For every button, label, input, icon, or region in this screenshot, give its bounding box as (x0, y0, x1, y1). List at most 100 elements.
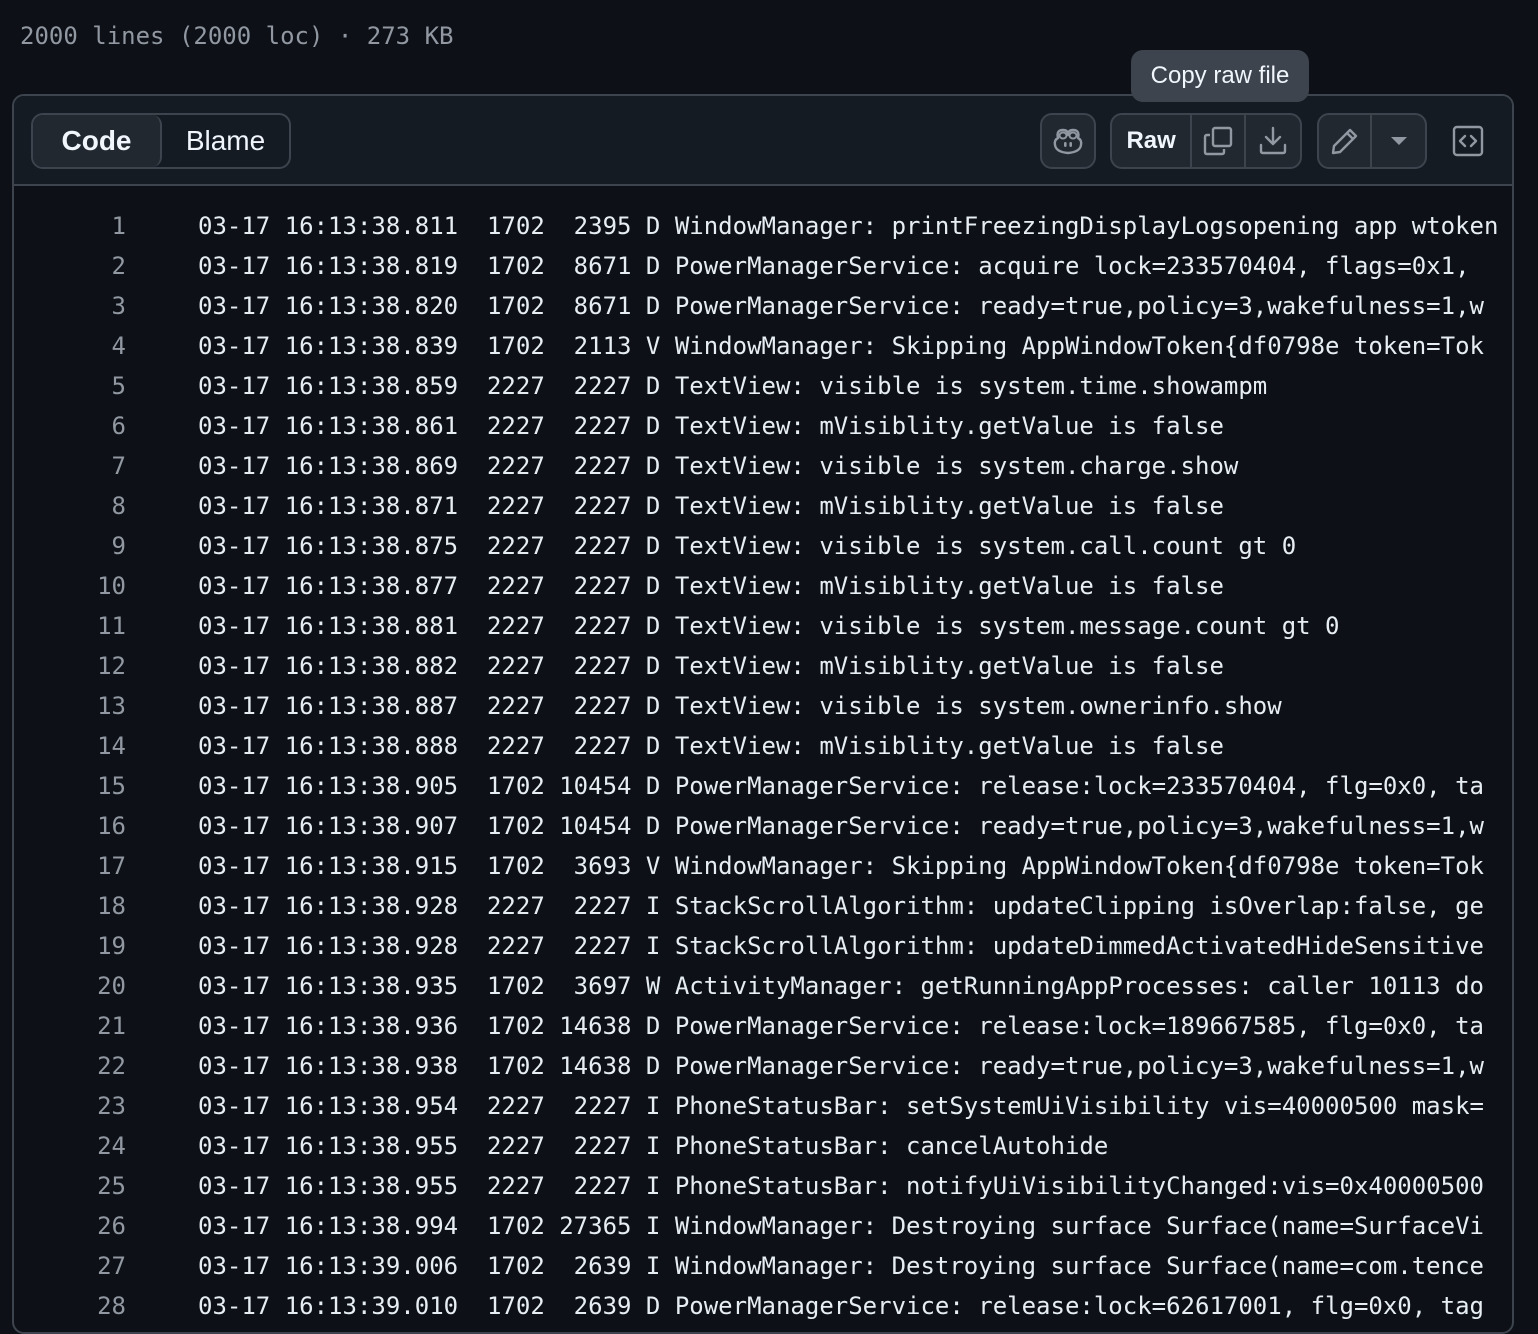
code-line: 9 03-17 16:13:38.875 2227 2227 D TextView… (14, 526, 1512, 566)
line-number[interactable]: 22 (14, 1052, 126, 1080)
line-number[interactable]: 19 (14, 932, 126, 960)
code-line: 17 03-17 16:13:38.915 1702 3693 V WindowM… (14, 846, 1512, 886)
tab-code[interactable]: Code (33, 115, 162, 167)
line-number[interactable]: 3 (14, 292, 126, 320)
code-view: 1 03-17 16:13:38.811 1702 2395 D WindowMa… (14, 186, 1512, 1332)
code-line: 1 03-17 16:13:38.811 1702 2395 D WindowMa… (14, 206, 1512, 246)
line-number[interactable]: 18 (14, 892, 126, 920)
line-content: 03-17 16:13:38.954 2227 2227 I PhoneStat… (198, 1092, 1484, 1120)
line-content: 03-17 16:13:38.839 1702 2113 V WindowMan… (198, 332, 1484, 360)
line-number[interactable]: 15 (14, 772, 126, 800)
code-line: 13 03-17 16:13:38.887 2227 2227 D TextVie… (14, 686, 1512, 726)
code-line: 14 03-17 16:13:38.888 2227 2227 D TextVie… (14, 726, 1512, 766)
line-content: 03-17 16:13:38.955 2227 2227 I PhoneStat… (198, 1132, 1109, 1160)
line-number[interactable]: 27 (14, 1252, 126, 1280)
code-line: 15 03-17 16:13:38.905 1702 10454 D PowerM… (14, 766, 1512, 806)
code-line: 28 03-17 16:13:39.010 1702 2639 D PowerMa… (14, 1286, 1512, 1326)
line-content: 03-17 16:13:38.936 1702 14638 D PowerMan… (198, 1012, 1484, 1040)
line-number[interactable]: 4 (14, 332, 126, 360)
line-content: 03-17 16:13:38.938 1702 14638 D PowerMan… (198, 1052, 1484, 1080)
line-number[interactable]: 25 (14, 1172, 126, 1200)
code-line: 21 03-17 16:13:38.936 1702 14638 D PowerM… (14, 1006, 1512, 1046)
line-content: 03-17 16:13:39.010 1702 2639 D PowerMana… (198, 1292, 1484, 1320)
line-number[interactable]: 8 (14, 492, 126, 520)
edit-dropdown-button[interactable] (1372, 115, 1425, 167)
code-line: 7 03-17 16:13:38.869 2227 2227 D TextView… (14, 446, 1512, 486)
line-number[interactable]: 5 (14, 372, 126, 400)
line-number[interactable]: 28 (14, 1292, 126, 1320)
line-content: 03-17 16:13:38.887 2227 2227 D TextView:… (198, 692, 1282, 720)
code-line: 16 03-17 16:13:38.907 1702 10454 D PowerM… (14, 806, 1512, 846)
edit-button[interactable] (1319, 115, 1373, 167)
code-line: 22 03-17 16:13:38.938 1702 14638 D PowerM… (14, 1046, 1512, 1086)
line-content: 03-17 16:13:38.915 1702 3693 V WindowMan… (198, 852, 1484, 880)
tab-blame[interactable]: Blame (162, 115, 289, 167)
line-content: 03-17 16:13:38.877 2227 2227 D TextView:… (198, 572, 1224, 600)
code-line: 25 03-17 16:13:38.955 2227 2227 I PhoneSt… (14, 1166, 1512, 1206)
file-info: 2000 lines (2000 loc) · 273 KB (20, 22, 454, 50)
line-content: 03-17 16:13:38.875 2227 2227 D TextView:… (198, 532, 1297, 560)
line-number[interactable]: 1 (14, 212, 126, 240)
code-line: 19 03-17 16:13:38.928 2227 2227 I StackSc… (14, 926, 1512, 966)
line-content: 03-17 16:13:38.907 1702 10454 D PowerMan… (198, 812, 1484, 840)
line-content: 03-17 16:13:38.819 1702 8671 D PowerMana… (198, 252, 1484, 280)
code-line: 24 03-17 16:13:38.955 2227 2227 I PhoneSt… (14, 1126, 1512, 1166)
line-content: 03-17 16:13:38.888 2227 2227 D TextView:… (198, 732, 1224, 760)
line-number[interactable]: 24 (14, 1132, 126, 1160)
code-square-icon (1451, 124, 1485, 158)
code-line: 20 03-17 16:13:38.935 1702 3697 W Activit… (14, 966, 1512, 1006)
line-number[interactable]: 21 (14, 1012, 126, 1040)
line-content: 03-17 16:13:38.871 2227 2227 D TextView:… (198, 492, 1224, 520)
code-line: 12 03-17 16:13:38.882 2227 2227 D TextVie… (14, 646, 1512, 686)
code-line: 26 03-17 16:13:38.994 1702 27365 I Window… (14, 1206, 1512, 1246)
line-number[interactable]: 11 (14, 612, 126, 640)
code-line: 5 03-17 16:13:38.859 2227 2227 D TextView… (14, 366, 1512, 406)
code-line: 6 03-17 16:13:38.861 2227 2227 D TextView… (14, 406, 1512, 446)
raw-actions-group: Raw (1110, 113, 1302, 169)
code-line: 2 03-17 16:13:38.819 1702 8671 D PowerMan… (14, 246, 1512, 286)
pencil-icon (1330, 126, 1360, 156)
code-line: 3 03-17 16:13:38.820 1702 8671 D PowerMan… (14, 286, 1512, 326)
copy-raw-tooltip: Copy raw file (1131, 50, 1309, 102)
line-content: 03-17 16:13:38.905 1702 10454 D PowerMan… (198, 772, 1484, 800)
symbols-panel-button[interactable] (1440, 113, 1496, 169)
download-icon (1257, 125, 1289, 157)
line-number[interactable]: 12 (14, 652, 126, 680)
line-content: 03-17 16:13:38.859 2227 2227 D TextView:… (198, 372, 1268, 400)
code-line: 8 03-17 16:13:38.871 2227 2227 D TextView… (14, 486, 1512, 526)
line-content: 03-17 16:13:38.869 2227 2227 D TextView:… (198, 452, 1239, 480)
line-number[interactable]: 6 (14, 412, 126, 440)
line-number[interactable]: 17 (14, 852, 126, 880)
line-number[interactable]: 13 (14, 692, 126, 720)
line-number[interactable]: 9 (14, 532, 126, 560)
line-number[interactable]: 16 (14, 812, 126, 840)
line-number[interactable]: 7 (14, 452, 126, 480)
line-content: 03-17 16:13:38.820 1702 8671 D PowerMana… (198, 292, 1484, 320)
copy-icon (1202, 125, 1234, 157)
line-number[interactable]: 10 (14, 572, 126, 600)
line-number[interactable]: 2 (14, 252, 126, 280)
view-mode-toggle: Code Blame (31, 113, 291, 169)
edit-actions-group (1317, 113, 1427, 169)
copilot-button[interactable] (1040, 113, 1096, 169)
line-content: 03-17 16:13:38.928 2227 2227 I StackScro… (198, 892, 1484, 920)
raw-button[interactable]: Raw (1112, 115, 1193, 167)
line-number[interactable]: 26 (14, 1212, 126, 1240)
line-content: 03-17 16:13:38.882 2227 2227 D TextView:… (198, 652, 1224, 680)
copy-raw-button[interactable] (1192, 115, 1247, 167)
download-raw-button[interactable] (1246, 115, 1300, 167)
line-content: 03-17 16:13:38.935 1702 3697 W ActivityM… (198, 972, 1484, 1000)
line-number[interactable]: 14 (14, 732, 126, 760)
line-content: 03-17 16:13:38.994 1702 27365 I WindowMa… (198, 1212, 1484, 1240)
code-line: 10 03-17 16:13:38.877 2227 2227 D TextVie… (14, 566, 1512, 606)
line-number[interactable]: 23 (14, 1092, 126, 1120)
line-number[interactable]: 20 (14, 972, 126, 1000)
copilot-icon (1052, 126, 1084, 156)
line-content: 03-17 16:13:38.811 1702 2395 D WindowMan… (198, 212, 1499, 240)
line-content: 03-17 16:13:38.861 2227 2227 D TextView:… (198, 412, 1224, 440)
code-line: 11 03-17 16:13:38.881 2227 2227 D TextVie… (14, 606, 1512, 646)
line-content: 03-17 16:13:39.006 1702 2639 I WindowMan… (198, 1252, 1484, 1280)
code-line: 23 03-17 16:13:38.954 2227 2227 I PhoneSt… (14, 1086, 1512, 1126)
line-content: 03-17 16:13:38.881 2227 2227 D TextView:… (198, 612, 1340, 640)
line-content: 03-17 16:13:38.928 2227 2227 I StackScro… (198, 932, 1484, 960)
